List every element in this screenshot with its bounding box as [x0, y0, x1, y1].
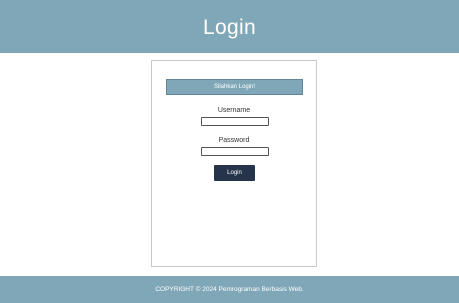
username-label: Username: [217, 107, 251, 114]
password-input[interactable]: [201, 147, 269, 156]
login-card: Silahkan Login! Username Password Login: [151, 60, 317, 267]
page-header: Login: [0, 0, 459, 53]
login-page: Login Silahkan Login! Username Password …: [0, 0, 459, 303]
login-button[interactable]: Login: [214, 165, 255, 181]
page-footer: COPYRIGHT © 2024 Pemrograman Berbasis We…: [0, 276, 459, 303]
page-title: Login: [203, 16, 256, 39]
login-banner: Silahkan Login!: [166, 79, 303, 95]
copyright-text: COPYRIGHT © 2024 Pemrograman Berbasis We…: [155, 286, 304, 293]
username-input[interactable]: [201, 117, 269, 126]
password-label: Password: [218, 137, 250, 144]
